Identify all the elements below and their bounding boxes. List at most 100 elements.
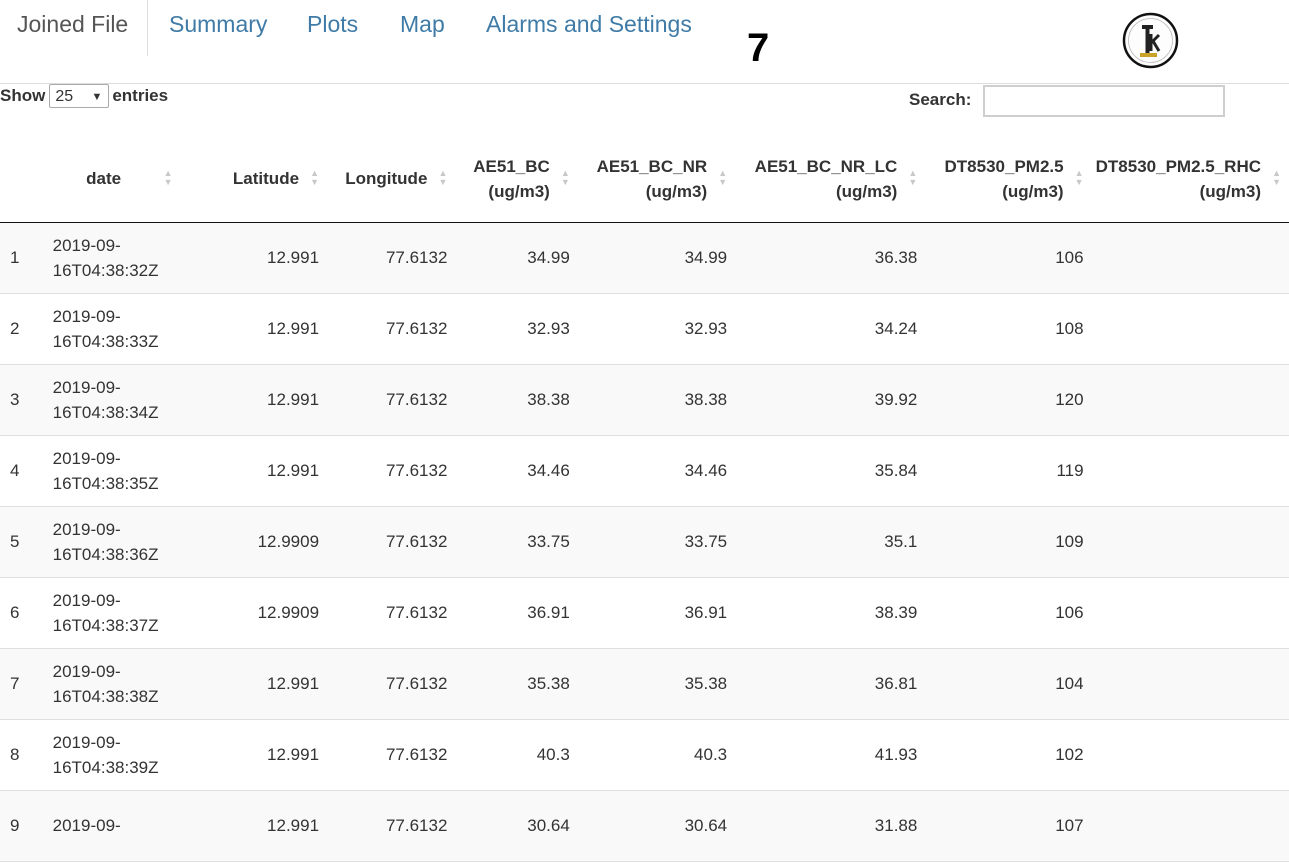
latitude-cell: 12.991 (267, 744, 320, 764)
ae51-bc-cell: 35.38 (527, 673, 570, 693)
date-part: 2019-09- (52, 732, 121, 752)
col-dt8530-pm25-header[interactable]: DT8530_PM2.5 (ug/m3) ▲ ▼ (925, 136, 1092, 223)
search-input[interactable] (983, 85, 1225, 117)
col-date-label: date (86, 169, 122, 189)
col-ae51-bc-nr-lc-header[interactable]: AE51_BC_NR_LC (ug/m3) ▲ ▼ (735, 136, 926, 223)
col-ae51-bc-header[interactable]: AE51_BC (ug/m3) ▲ ▼ (455, 136, 578, 223)
time-part: 16T04:38:34Z (52, 402, 159, 422)
ae51-bc-cell: 34.99 (527, 247, 570, 267)
dt8530-pm25-rhc-cell (1092, 222, 1289, 293)
search-label: Search: (909, 90, 972, 109)
col-ae51-bc-nr-lc-unit: (ug/m3) (835, 181, 898, 201)
ae51-bc-cell: 36.91 (527, 602, 570, 622)
data-table: date ▲ ▼ Latitude ▲ ▼ Longitude ▲ ▼ AE51_BC (ug… (0, 136, 1289, 862)
table-row[interactable]: 3 2019-09- 16T04:38:34Z 12.991 77.6132 38… (0, 364, 1289, 435)
table-row[interactable]: 9 2019-09- 12.991 77.6132 30.64 30.64 31… (0, 790, 1289, 861)
time-part: 16T04:38:35Z (52, 473, 159, 493)
dt8530-pm25-cell: 106 (1055, 247, 1084, 267)
col-latitude-header[interactable]: Latitude ▲ ▼ (180, 136, 328, 223)
longitude-cell: 77.6132 (385, 389, 448, 409)
col-ae51-bc-nr-lc-label: AE51_BC_NR_LC (754, 156, 898, 176)
sort-icon: ▲ ▼ (908, 167, 918, 187)
table-row[interactable]: 8 2019-09- 16T04:38:39Z 12.991 77.6132 40… (0, 719, 1289, 790)
col-ae51-bc-unit: (ug/m3) (488, 181, 550, 201)
sort-icon: ▲ ▼ (1074, 167, 1084, 187)
dt8530-pm25-rhc-cell (1092, 435, 1289, 506)
table-row[interactable]: 4 2019-09- 16T04:38:35Z 12.991 77.6132 34… (0, 435, 1289, 506)
time-part: 16T04:38:33Z (52, 331, 159, 351)
col-date-header[interactable]: date ▲ ▼ (52, 136, 181, 223)
date-part: 2019-09- (52, 661, 121, 681)
longitude-cell: 77.6132 (385, 673, 448, 693)
longitude-cell: 77.6132 (385, 531, 448, 551)
date-part: 2019-09- (52, 448, 121, 468)
row-index: 3 (10, 389, 20, 409)
dt8530-pm25-cell: 109 (1055, 531, 1084, 551)
date-part: 2019-09- (52, 816, 121, 835)
time-part: 16T04:38:32Z (52, 260, 159, 280)
date-part: 2019-09- (52, 306, 121, 326)
tab-summary[interactable]: Summary (169, 0, 267, 55)
row-index: 9 (10, 815, 20, 835)
time-part: 16T04:38:37Z (52, 615, 159, 635)
ik-logo-icon[interactable] (1122, 12, 1179, 69)
ae51-bc-nr-cell: 34.46 (684, 460, 728, 480)
row-index: 1 (10, 247, 20, 267)
col-ae51-bc-nr-unit: (ug/m3) (645, 181, 708, 201)
latitude-cell: 12.991 (267, 389, 320, 409)
ae51-bc-nr-lc-cell: 36.38 (874, 247, 918, 267)
col-dt8530-pm25-rhc-header[interactable]: DT8530_PM2.5_RHC (ug/m3) ▲ ▼ (1091, 136, 1289, 223)
row-index: 5 (10, 531, 20, 551)
dt8530-pm25-cell: 106 (1055, 602, 1084, 622)
ae51-bc-cell: 34.46 (527, 460, 570, 480)
row-index: 2 (10, 318, 20, 338)
sort-icon: ▲ ▼ (560, 167, 570, 187)
row-index: 4 (10, 460, 20, 480)
table-row[interactable]: 6 2019-09- 16T04:38:37Z 12.9909 77.6132 3… (0, 577, 1289, 648)
tab-plots[interactable]: Plots (307, 0, 358, 55)
col-latitude-label: Latitude (232, 169, 300, 189)
time-part: 16T04:38:36Z (52, 544, 159, 564)
date-cell: 2019-09- 16T04:38:34Z (53, 364, 181, 435)
col-longitude-header[interactable]: Longitude ▲ ▼ (327, 136, 456, 223)
table-row[interactable]: 7 2019-09- 16T04:38:38Z 12.991 77.6132 35… (0, 648, 1289, 719)
date-cell: 2019-09- (53, 790, 181, 861)
count-badge: 7 (747, 26, 770, 70)
ae51-bc-nr-cell: 40.3 (694, 744, 728, 764)
ae51-bc-nr-lc-cell: 38.39 (874, 602, 918, 622)
latitude-cell: 12.9909 (257, 531, 320, 551)
col-ae51-bc-nr-header[interactable]: AE51_BC_NR (ug/m3) ▲ ▼ (577, 136, 736, 223)
table-row[interactable]: 2 2019-09- 16T04:38:33Z 12.991 77.6132 32… (0, 293, 1289, 364)
latitude-cell: 12.991 (267, 815, 320, 835)
dt8530-pm25-cell: 102 (1055, 744, 1084, 764)
dt8530-pm25-rhc-cell (1092, 577, 1289, 648)
ae51-bc-nr-lc-cell: 39.92 (874, 389, 918, 409)
show-label: Show (0, 86, 46, 105)
search-control: Search: (909, 85, 1225, 117)
col-index-header[interactable] (0, 136, 53, 223)
col-dt8530-pm25-unit: (ug/m3) (1002, 181, 1064, 201)
ae51-bc-nr-cell: 32.93 (684, 318, 728, 338)
tab-alarms-and-settings[interactable]: Alarms and Settings (486, 0, 692, 55)
ae51-bc-cell: 40.3 (536, 744, 570, 764)
page-length-value: 25 (55, 88, 74, 105)
page-length-select[interactable]: 25 ▼ (49, 84, 110, 108)
date-cell: 2019-09- 16T04:38:39Z (53, 719, 181, 790)
ae51-bc-nr-lc-cell: 41.93 (874, 744, 918, 764)
col-longitude-label: Longitude (345, 169, 428, 189)
tab-joined-file[interactable]: Joined File (0, 0, 149, 56)
tab-map[interactable]: Map (400, 0, 445, 55)
date-cell: 2019-09- 16T04:38:35Z (53, 435, 181, 506)
ae51-bc-cell: 32.93 (527, 318, 570, 338)
ae51-bc-nr-cell: 36.91 (684, 602, 728, 622)
table-row[interactable]: 5 2019-09- 16T04:38:36Z 12.9909 77.6132 3… (0, 506, 1289, 577)
dt8530-pm25-rhc-cell (1092, 648, 1289, 719)
date-cell: 2019-09- 16T04:38:36Z (53, 506, 181, 577)
ae51-bc-nr-lc-cell: 35.1 (884, 531, 918, 551)
top-nav: Joined File Summary Plots Map Alarms and… (0, 0, 1289, 84)
ae51-bc-nr-cell: 34.99 (684, 247, 728, 267)
latitude-cell: 12.991 (267, 318, 320, 338)
table-row[interactable]: 1 2019-09- 16T04:38:32Z 12.991 77.6132 34… (0, 222, 1289, 293)
col-dt8530-pm25-rhc-label: DT8530_PM2.5_RHC (1095, 156, 1261, 176)
ae51-bc-nr-lc-cell: 36.81 (874, 673, 918, 693)
